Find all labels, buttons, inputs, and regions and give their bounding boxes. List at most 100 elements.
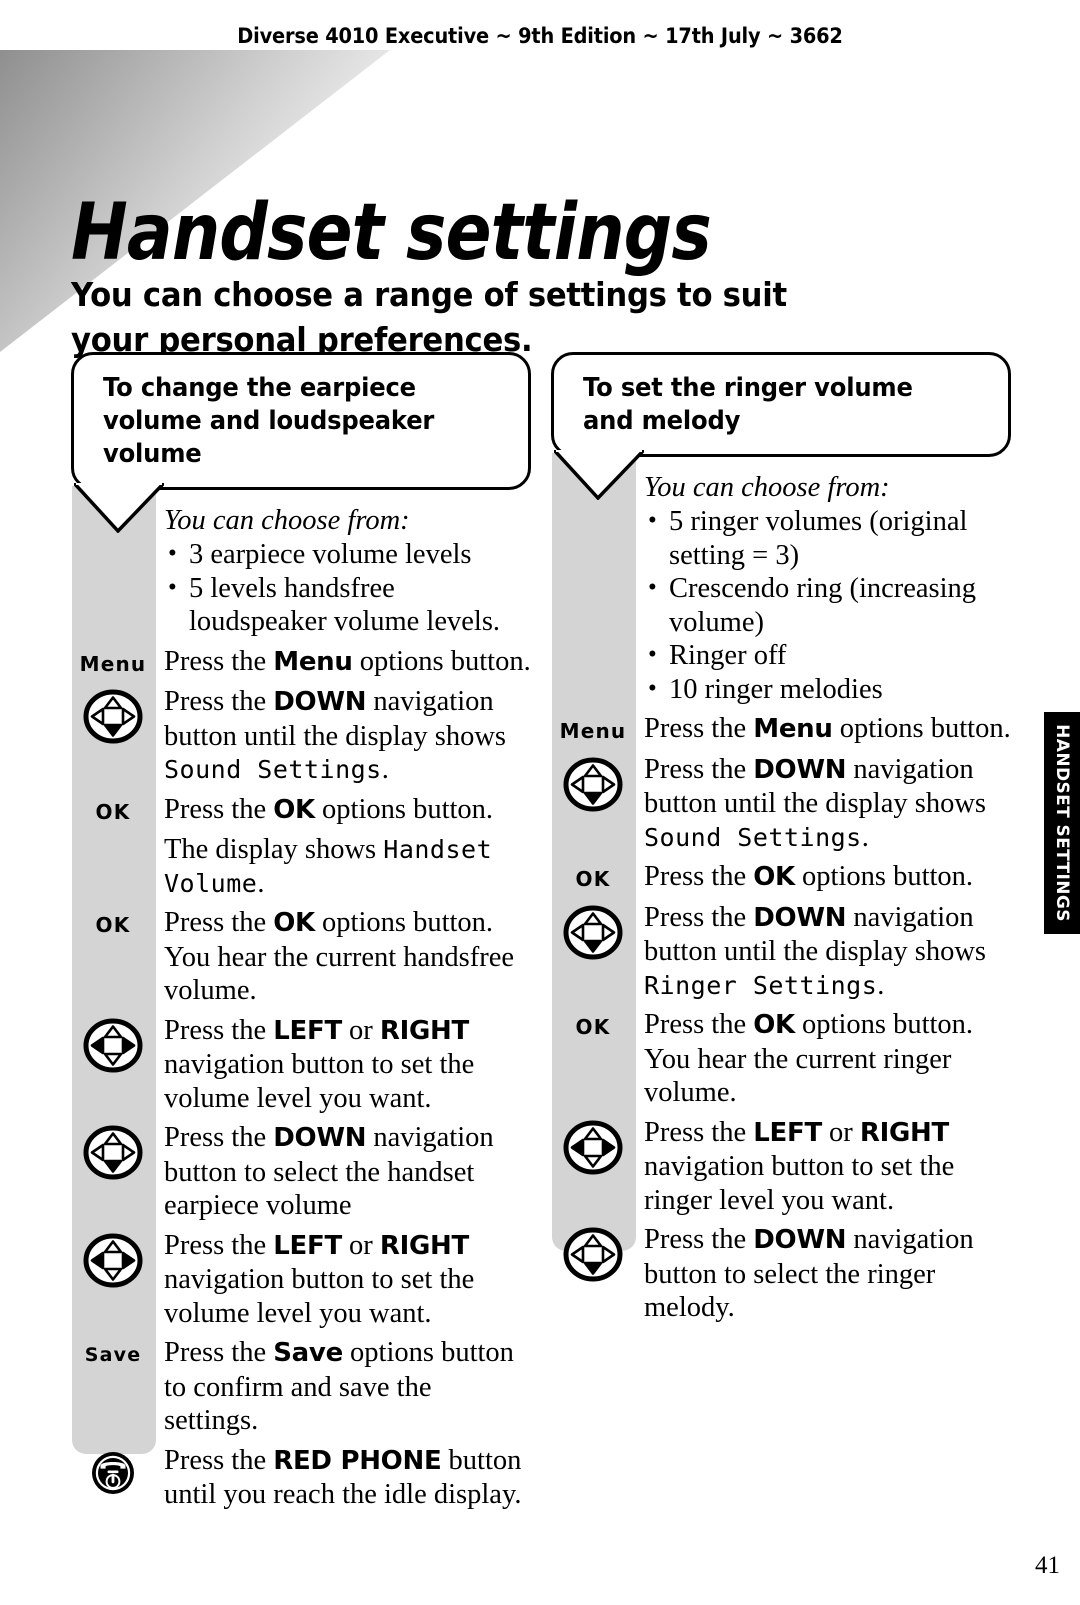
step-gutter: [71, 1444, 155, 1498]
procedure-step: Press the DOWN navigation button until t…: [551, 901, 1011, 1003]
emphasis-text: Save: [273, 1338, 343, 1368]
body-text: Press the: [164, 686, 274, 717]
procedure-step: Press the DOWN navigation button to sele…: [551, 1223, 1011, 1325]
body-text: Press the: [164, 1014, 274, 1046]
emphasis-text: OK: [753, 1010, 795, 1040]
intro-bullet: Ringer off: [644, 638, 1011, 673]
step-gutter: [551, 753, 635, 812]
emphasis-text: OK: [753, 862, 795, 892]
display-text: Sound Settings: [644, 822, 862, 852]
step-gutter: [71, 833, 155, 837]
body-text: or: [821, 1116, 860, 1148]
body-text: .: [257, 867, 265, 899]
step-text: Press the DOWN navigation button to sele…: [155, 1121, 531, 1223]
step-gutter: [71, 685, 155, 744]
step-text: Press the LEFT or RIGHT navigation butto…: [155, 1014, 531, 1116]
key-label-ok[interactable]: OK: [576, 864, 611, 894]
intro-bullet: 10 ringer melodies: [644, 672, 1011, 707]
procedure-step: Press the LEFT or RIGHT navigation butto…: [551, 1116, 1011, 1218]
emphasis-text: LEFT: [753, 1117, 822, 1148]
intro-block: You can choose from: 5 ringer volumes (o…: [551, 471, 1011, 706]
intro-bullet-list: 5 ringer volumes (original setting = 3)C…: [644, 504, 1011, 707]
step-gutter: [551, 901, 635, 960]
step-text: Press the DOWN navigation button until t…: [635, 753, 1011, 855]
page-title: Handset settings: [71, 188, 712, 279]
step-text: Press the OK options button.: [635, 860, 1011, 895]
section-callout: To change the earpiece volume and loudsp…: [71, 352, 531, 533]
step-text: Press the DOWN navigation button until t…: [155, 685, 531, 787]
procedure-step: Press the DOWN navigation button until t…: [71, 685, 531, 787]
body-text: Press the: [644, 1009, 754, 1040]
body-text: Press the: [164, 1337, 274, 1368]
body-text: navigation button to set the volume leve…: [164, 1049, 475, 1114]
body-text: Press the: [164, 1122, 274, 1153]
step-gutter: OK: [71, 906, 155, 940]
nav-left-right-icon[interactable]: [83, 1018, 143, 1073]
procedure-column-earpiece-volume: To change the earpiece volume and loudsp…: [71, 352, 531, 1518]
procedure-step: OK Press the OK options button.: [71, 793, 531, 828]
step-gutter: OK: [71, 793, 155, 827]
step-gutter: [551, 1116, 635, 1175]
section-heading: To set the ringer volume and melody: [583, 373, 913, 436]
page-number: 41: [1035, 1552, 1060, 1579]
body-text: Press the: [644, 713, 754, 744]
body-text: Press the: [164, 645, 274, 677]
step-text: Press the OK options button.: [155, 793, 531, 828]
emphasis-text: DOWN: [753, 754, 847, 785]
nav-down-icon[interactable]: [563, 905, 623, 960]
emphasis-text: DOWN: [273, 1123, 367, 1153]
step-text: Press the LEFT or RIGHT navigation butto…: [635, 1116, 1011, 1218]
key-label-ok[interactable]: OK: [96, 797, 131, 827]
step-text: Press the DOWN navigation button until t…: [635, 901, 1011, 1003]
step-gutter: OK: [551, 860, 635, 894]
body-text: The display shows: [164, 834, 384, 865]
body-text: Press the: [164, 907, 274, 938]
key-label-menu[interactable]: Menu: [560, 716, 627, 746]
step-gutter: Menu: [551, 712, 635, 746]
nav-down-icon[interactable]: [83, 689, 143, 744]
display-text: Sound Settings: [164, 755, 382, 784]
key-label-save[interactable]: Save: [85, 1340, 142, 1370]
body-text: navigation button to set the volume leve…: [164, 1264, 475, 1329]
step-text: Press the OK options button. You hear th…: [635, 1008, 1011, 1110]
step-text: Press the RED PHONE button until you rea…: [155, 1444, 531, 1512]
body-text: options button.: [832, 713, 1011, 744]
step-gutter: Menu: [71, 645, 155, 679]
callout-tail: [74, 483, 164, 533]
emphasis-text: LEFT: [273, 1015, 342, 1046]
intro-text: You can choose from: 5 ringer volumes (o…: [635, 471, 1011, 706]
step-text: The display shows Handset Volume.: [155, 833, 531, 900]
nav-down-icon[interactable]: [563, 757, 623, 812]
red-phone-icon[interactable]: [88, 1448, 138, 1498]
body-text: Press the: [644, 753, 754, 785]
intro-bullet: 3 earpiece volume levels: [164, 537, 531, 572]
step-gutter: OK: [551, 1008, 635, 1042]
procedure-step: OK Press the OK options button. You hear…: [71, 906, 531, 1008]
step-text: Press the Save options button to confirm…: [155, 1336, 531, 1438]
emphasis-text: RIGHT: [859, 1117, 949, 1148]
body-text: .: [381, 754, 389, 785]
key-label-ok[interactable]: OK: [576, 1012, 611, 1042]
nav-left-right-icon[interactable]: [563, 1120, 623, 1175]
body-text: options button.: [794, 861, 974, 892]
step-text: Press the OK options button. You hear th…: [155, 906, 531, 1008]
callout-tail: [554, 450, 644, 500]
body-text: Press the: [644, 901, 754, 933]
step-gutter: [71, 1229, 155, 1288]
nav-down-icon[interactable]: [563, 1227, 623, 1282]
body-text: Press the: [644, 1116, 754, 1148]
body-text: Press the: [644, 861, 754, 892]
key-label-menu[interactable]: Menu: [80, 649, 147, 679]
body-text: options button.: [314, 793, 494, 825]
intro-bullet: Crescendo ring (increasing volume): [644, 571, 1011, 639]
key-label-ok[interactable]: OK: [96, 910, 131, 940]
procedure-step: Press the DOWN navigation button until t…: [551, 753, 1011, 855]
procedure-step: Menu Press the Menu options button.: [551, 712, 1011, 747]
body-text: Press the: [164, 1444, 274, 1476]
emphasis-text: OK: [273, 794, 315, 825]
nav-down-icon[interactable]: [83, 1125, 143, 1180]
body-text: or: [341, 1229, 380, 1261]
nav-left-right-icon[interactable]: [83, 1233, 143, 1288]
intro-bullet-list: 3 earpiece volume levels5 levels handsfr…: [164, 537, 531, 639]
intro-text: You can choose from: 3 earpiece volume l…: [155, 504, 531, 639]
